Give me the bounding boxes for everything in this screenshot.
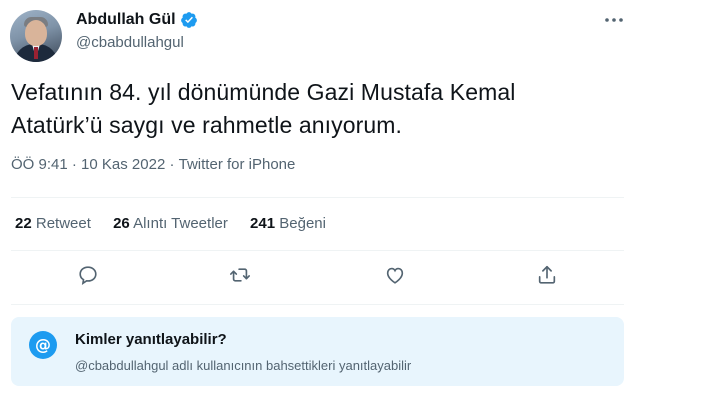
stat-label: Alıntı Tweetler bbox=[133, 215, 228, 232]
more-options-icon[interactable] bbox=[603, 12, 625, 28]
avatar[interactable] bbox=[10, 10, 62, 62]
likes-stat[interactable]: 241 Beğeni bbox=[250, 215, 326, 232]
tweet-text: Vefatının 84. yıl dönümünde Gazi Mustafa… bbox=[11, 76, 611, 142]
tweet-actions bbox=[0, 264, 640, 290]
stat-count: 22 bbox=[15, 215, 32, 232]
verified-badge-icon bbox=[180, 11, 198, 29]
meta-separator: · bbox=[71, 156, 77, 173]
mention-at-icon: @ bbox=[29, 331, 57, 359]
stat-count: 26 bbox=[113, 215, 130, 232]
retweet-icon[interactable] bbox=[229, 264, 253, 288]
tweet-stats: 22 Retweet 26 Alıntı Tweetler 241 Beğeni bbox=[15, 215, 344, 232]
share-icon[interactable] bbox=[536, 264, 560, 288]
divider bbox=[11, 304, 624, 305]
divider bbox=[11, 250, 624, 251]
tweet-source[interactable]: Twitter for iPhone bbox=[179, 156, 296, 173]
author-handle[interactable]: @cbabdullahgul bbox=[76, 34, 184, 51]
tweet-time[interactable]: ÖÖ 9:41 bbox=[11, 156, 68, 173]
tweet-text-line: Vefatının 84. yıl dönümünde Gazi Mustafa… bbox=[11, 79, 516, 105]
like-heart-icon[interactable] bbox=[384, 264, 408, 288]
quote-tweets-stat[interactable]: 26 Alıntı Tweetler bbox=[113, 215, 228, 232]
avatar-tie bbox=[34, 47, 38, 59]
reply-restriction-title: Kimler yanıtlayabilir? bbox=[75, 331, 227, 348]
stat-count: 241 bbox=[250, 215, 276, 232]
reply-icon[interactable] bbox=[77, 264, 101, 288]
author-name[interactable]: Abdullah Gül bbox=[76, 11, 176, 29]
tweet-date[interactable]: 10 Kas 2022 bbox=[81, 156, 165, 173]
stat-label: Beğeni bbox=[279, 215, 326, 232]
retweet-stat[interactable]: 22 Retweet bbox=[15, 215, 91, 232]
tweet-text-line: Atatürk’ü saygı ve rahmetle anıyorum. bbox=[11, 112, 403, 138]
divider bbox=[11, 197, 624, 198]
avatar-face bbox=[25, 20, 47, 46]
stat-label: Retweet bbox=[35, 215, 91, 232]
meta-separator: · bbox=[169, 156, 175, 173]
reply-restriction-box: @ Kimler yanıtlayabilir? @cbabdullahgul … bbox=[11, 317, 624, 386]
tweet-meta: ÖÖ 9:41 · 10 Kas 2022 · Twitter for iPho… bbox=[11, 156, 295, 173]
reply-restriction-description: @cbabdullahgul adlı kullanıcının bahsett… bbox=[75, 358, 412, 373]
